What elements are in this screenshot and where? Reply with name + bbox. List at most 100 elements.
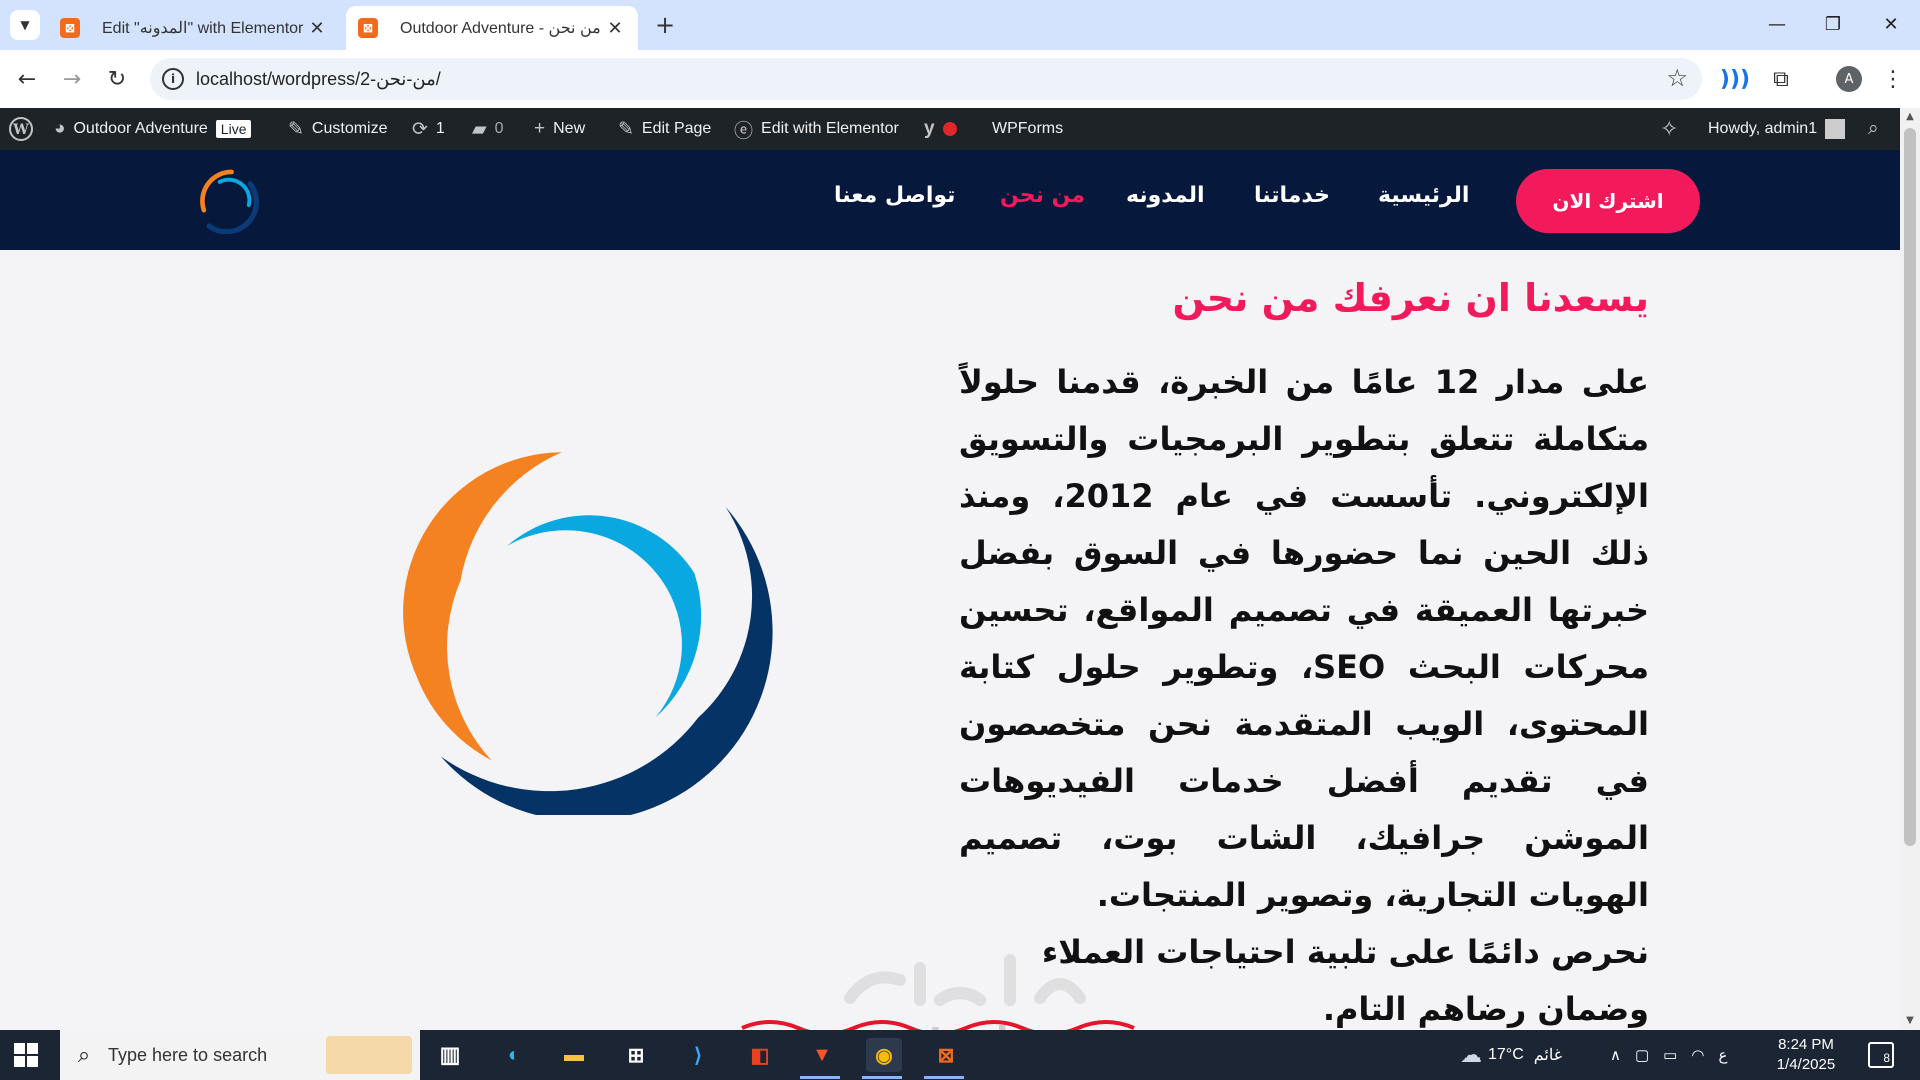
site-name-label: Outdoor Adventure [73, 120, 208, 137]
tab-edit-elementor[interactable]: ⊠ Edit "المدونه" with Elementor ✕ [48, 6, 340, 50]
admin-ai-sparkle[interactable]: ✧ [1660, 108, 1678, 150]
office-icon[interactable]: ◧ [742, 1038, 778, 1072]
nav-blog[interactable]: المدونه [1126, 183, 1205, 208]
admin-search[interactable]: ⌕ [1868, 108, 1879, 150]
admin-account[interactable]: Howdy, admin1 [1708, 108, 1846, 150]
read-aloud-icon[interactable]: ))) [1718, 62, 1752, 96]
admin-site-name[interactable]: ◕ Outdoor Adventure Live [54, 108, 252, 150]
nav-about[interactable]: من نحن [1000, 183, 1085, 208]
clock-date: 1/4/2025 [1776, 1056, 1836, 1073]
chrome-running-indicator [862, 1076, 902, 1079]
wpforms-label: WPForms [992, 120, 1064, 137]
admin-wpforms[interactable]: WPForms [992, 108, 1063, 150]
site-logo[interactable] [196, 168, 262, 234]
new-label: New [553, 120, 586, 137]
battery-icon[interactable]: ▭ [1663, 1046, 1677, 1064]
admin-edit-elementor[interactable]: ⓔ Edit with Elementor [734, 108, 899, 150]
search-highlight-icon [326, 1036, 412, 1074]
restore-icon[interactable]: ❐ [1808, 8, 1858, 40]
close-tab-icon[interactable]: ✕ [604, 18, 626, 39]
updates-count: 1 [435, 120, 445, 137]
clock-time: 8:24 PM [1778, 1036, 1834, 1053]
search-icon: ⌕ [77, 1042, 91, 1067]
forward-arrow-icon[interactable]: → [55, 62, 89, 96]
wifi-icon[interactable]: ◠ [1691, 1046, 1704, 1064]
minimize-icon[interactable]: — [1752, 8, 1802, 40]
nav-home[interactable]: الرئيسية [1378, 183, 1469, 208]
new-tab-plus-icon[interactable]: + [650, 10, 680, 40]
site-info-icon[interactable]: i [162, 68, 184, 90]
windows-start-icon[interactable] [14, 1043, 38, 1067]
about-headline: يسعدنا ان نعرفك من نحن [1172, 276, 1649, 320]
about-body: على مدار 12 عامًا من الخبرة، قدمنا حلولا… [959, 363, 1650, 914]
user-avatar [1825, 119, 1846, 139]
close-window-icon[interactable]: ✕ [1866, 8, 1916, 40]
yoast-icon: y [924, 118, 935, 139]
about-paragraph: على مدار 12 عامًا من الخبرة، قدمنا حلولا… [959, 354, 1649, 1030]
xampp-favicon-icon: ⊠ [60, 18, 80, 38]
svg-text:W: W [12, 122, 29, 138]
search-icon: ⌕ [1868, 118, 1879, 139]
comment-bubble-icon: ▰ [472, 118, 487, 140]
admin-comments[interactable]: ▰ 0 [472, 108, 504, 150]
extensions-puzzle-icon[interactable]: ⧉ [1764, 62, 1798, 96]
taskbar-search-box[interactable]: ⌕ Type here to search [60, 1030, 420, 1080]
admin-edit-page[interactable]: ✎ Edit Page [618, 108, 711, 150]
address-bar[interactable]: i localhost/wordpress/2-من-نحن/ ☆ [150, 58, 1702, 100]
vscode-icon[interactable]: ⟩ [680, 1038, 716, 1072]
nav-services[interactable]: خدماتنا [1254, 183, 1330, 208]
scroll-thumb[interactable] [1904, 128, 1916, 846]
xampp-running-indicator [924, 1076, 964, 1079]
browser-toolbar: ← → ↻ i localhost/wordpress/2-من-نحن/ ☆ … [0, 50, 1920, 108]
wordpress-icon: W [9, 117, 33, 141]
chrome-browser-icon[interactable]: ◉ [866, 1038, 902, 1072]
page-scrollbar[interactable]: ▲ ▼ [1900, 108, 1920, 1030]
microsoft-store-icon[interactable]: ⊞ [618, 1038, 654, 1072]
browser-menu-icon[interactable]: ⋮ [1876, 62, 1910, 96]
brave-browser-icon[interactable]: ▼ [804, 1038, 840, 1072]
taskbar-clock[interactable]: 8:24 PM 1/4/2025 [1760, 1035, 1852, 1075]
search-placeholder: Type here to search [108, 1044, 268, 1065]
admin-new[interactable]: + New [534, 108, 585, 150]
admin-customize[interactable]: ✎ Customize [288, 108, 388, 150]
keyboard-language[interactable]: ع [1718, 1046, 1727, 1064]
sparkle-icon: ✧ [1660, 116, 1679, 141]
device-icon[interactable]: ▢ [1635, 1046, 1649, 1064]
file-explorer-icon[interactable]: ▬ [556, 1038, 592, 1072]
show-hidden-icons-chevron-icon[interactable]: ∧ [1610, 1046, 1621, 1064]
watermark-text: mostaql.com [845, 1020, 1106, 1030]
windows-taskbar: ⌕ Type here to search ▥ ◐ ▬ ⊞ ⟩ ◧ ▼ ◉ ⊠ … [0, 1030, 1920, 1080]
weather-temp: 17°C [1488, 1046, 1524, 1063]
nav-contact[interactable]: تواصل معنا [834, 183, 955, 208]
admin-yoast[interactable]: y [924, 108, 957, 150]
mostaql-watermark-logo [741, 954, 1135, 1030]
notification-center-icon[interactable]: 8 [1868, 1042, 1894, 1068]
paintbrush-icon: ✎ [288, 118, 304, 140]
close-tab-icon[interactable]: ✕ [306, 18, 328, 39]
tab-outdoor-adventure[interactable]: ⊠ Outdoor Adventure - من نحن ✕ [346, 6, 638, 50]
tab-title: Outdoor Adventure - من نحن [400, 20, 601, 37]
admin-updates[interactable]: ⟳ 1 [412, 108, 445, 150]
weather-widget[interactable]: ☁ 17°C غائم [1460, 1030, 1562, 1080]
edge-browser-icon[interactable]: ◐ [496, 1038, 532, 1072]
updates-refresh-icon: ⟳ [412, 118, 428, 140]
about-section: يسعدنا ان نعرفك من نحن على مدار 12 عامًا… [0, 250, 1900, 1030]
scroll-down-arrow-icon[interactable]: ▼ [1900, 1012, 1920, 1030]
browser-tab-bar: ▼ ⊠ Edit "المدونه" with Elementor ✕ ⊠ Ou… [0, 0, 1920, 50]
scroll-up-arrow-icon[interactable]: ▲ [1900, 108, 1920, 126]
xampp-favicon-icon: ⊠ [358, 18, 378, 38]
bookmark-star-icon[interactable]: ☆ [1666, 64, 1688, 92]
weather-desc: غائم [1533, 1047, 1563, 1064]
xampp-icon[interactable]: ⊠ [928, 1038, 964, 1072]
profile-avatar[interactable]: A [1836, 66, 1862, 92]
wordpress-logo-icon[interactable]: W [8, 108, 34, 150]
reload-icon[interactable]: ↻ [100, 62, 134, 96]
cloud-icon: ☁ [1460, 1042, 1482, 1067]
address-url[interactable]: localhost/wordpress/2-من-نحن/ [196, 69, 441, 90]
site-header: تواصل معنا من نحن المدونه خدماتنا الرئيس… [0, 150, 1900, 250]
subscribe-button[interactable]: اشترك الان [1516, 169, 1700, 233]
task-view-icon[interactable]: ▥ [432, 1038, 468, 1072]
notification-count: 8 [1883, 1051, 1890, 1065]
back-arrow-icon[interactable]: ← [10, 62, 44, 96]
tab-search-chevron-icon[interactable]: ▼ [10, 10, 40, 40]
